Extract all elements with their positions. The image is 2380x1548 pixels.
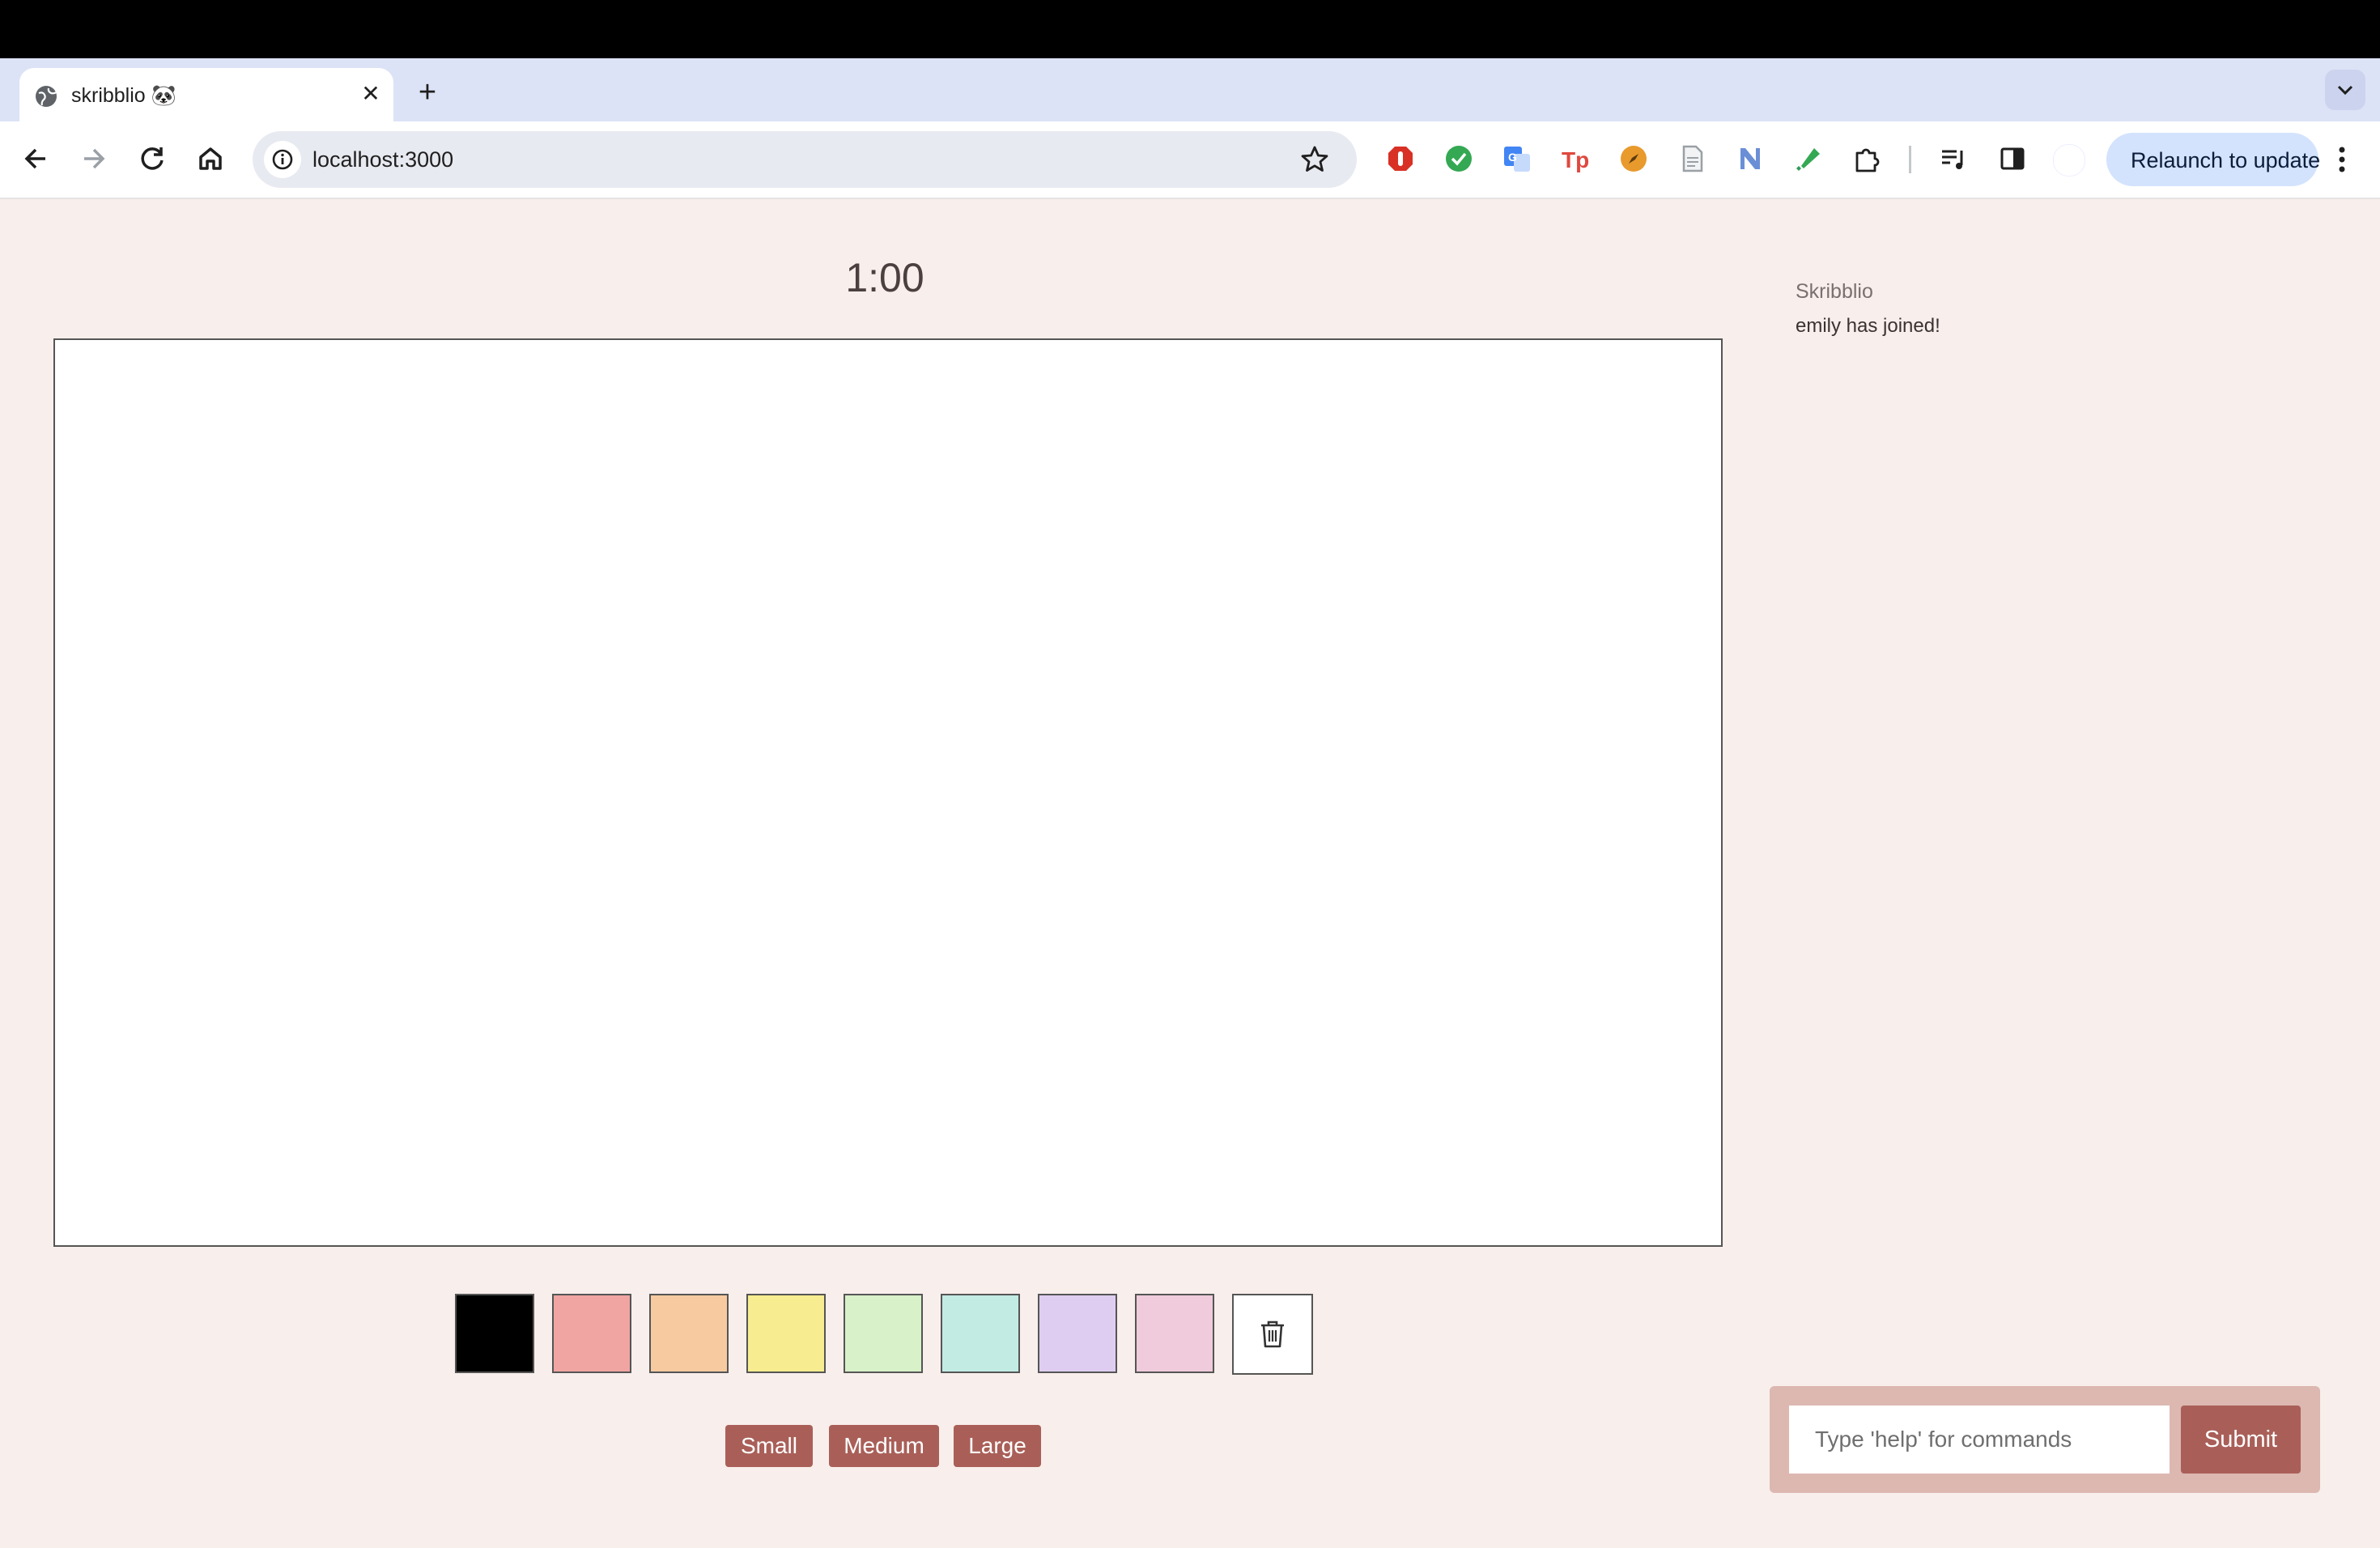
color-swatch-yellow[interactable] [746, 1294, 826, 1373]
svg-text:G: G [1508, 151, 1517, 164]
translate-extension-icon[interactable]: G [1502, 144, 1532, 173]
color-swatch-black[interactable] [455, 1294, 534, 1373]
new-tab-button[interactable]: + [411, 76, 444, 108]
chat-message-author: Skribblio [1796, 280, 1873, 303]
tp-extension-icon[interactable]: Tp [1561, 144, 1590, 173]
brush-size-small-button[interactable]: Small [725, 1425, 813, 1467]
media-controls-icon[interactable] [1940, 144, 1969, 173]
notion-extension-icon[interactable] [1736, 144, 1765, 173]
color-swatch-green[interactable] [844, 1294, 923, 1373]
address-bar[interactable]: localhost:3000 [253, 131, 1357, 188]
browser-tab[interactable]: skribblio 🐼 ✕ [19, 68, 393, 121]
color-swatch-purple[interactable] [1038, 1294, 1117, 1373]
toolbar-separator [1909, 146, 1911, 173]
tab-title: skribblio 🐼 [71, 84, 176, 107]
globe-icon [36, 86, 57, 107]
trash-icon [1261, 1320, 1284, 1348]
chat-form: Submit [1770, 1386, 2320, 1493]
chat-input[interactable] [1789, 1406, 2170, 1474]
color-swatch-pink[interactable] [1135, 1294, 1214, 1373]
forward-icon[interactable] [74, 139, 113, 178]
round-timer: 1:00 [845, 255, 924, 300]
color-swatch-red[interactable] [552, 1294, 631, 1373]
chat-message-text: emily has joined! [1796, 315, 1940, 337]
chat-log: Skribblio emily has joined! [1796, 280, 2346, 338]
drawing-canvas[interactable] [53, 338, 1723, 1247]
extensions-puzzle-icon[interactable] [1852, 144, 1881, 173]
side-panel-icon[interactable] [1998, 144, 2027, 173]
url-text: localhost:3000 [312, 147, 454, 172]
site-info-button[interactable] [264, 141, 301, 178]
more-menu-icon[interactable] [2328, 141, 2356, 178]
relaunch-button[interactable]: Relaunch to update [2106, 133, 2320, 186]
home-icon[interactable] [191, 139, 230, 178]
profile-avatar[interactable] [2053, 144, 2085, 176]
document-extension-icon[interactable] [1677, 144, 1706, 173]
clear-canvas-button[interactable] [1232, 1294, 1313, 1375]
reload-icon[interactable] [133, 139, 172, 178]
color-swatch-teal[interactable] [941, 1294, 1020, 1373]
color-swatch-orange[interactable] [649, 1294, 729, 1373]
submit-button[interactable]: Submit [2181, 1406, 2301, 1474]
system-menu-bar [0, 0, 2380, 58]
back-icon[interactable] [16, 139, 55, 178]
brush-size-medium-button[interactable]: Medium [829, 1425, 939, 1467]
tab-strip: skribblio 🐼 ✕ + [0, 58, 2380, 121]
highlighter-extension-icon[interactable] [1794, 144, 1823, 173]
adblock-extension-icon[interactable] [1386, 144, 1415, 173]
browser-toolbar: localhost:3000 G Tp Relaunch to update [0, 121, 2380, 199]
check-extension-icon[interactable] [1444, 144, 1473, 173]
tab-search-button[interactable] [2325, 70, 2365, 110]
info-icon [272, 149, 293, 170]
compass-extension-icon[interactable] [1619, 144, 1648, 173]
svg-text:Tp: Tp [1562, 147, 1589, 172]
bookmark-star-icon[interactable] [1298, 143, 1331, 176]
close-icon[interactable]: ✕ [358, 81, 384, 107]
brush-size-large-button[interactable]: Large [954, 1425, 1041, 1467]
chevron-down-icon [2337, 85, 2353, 96]
